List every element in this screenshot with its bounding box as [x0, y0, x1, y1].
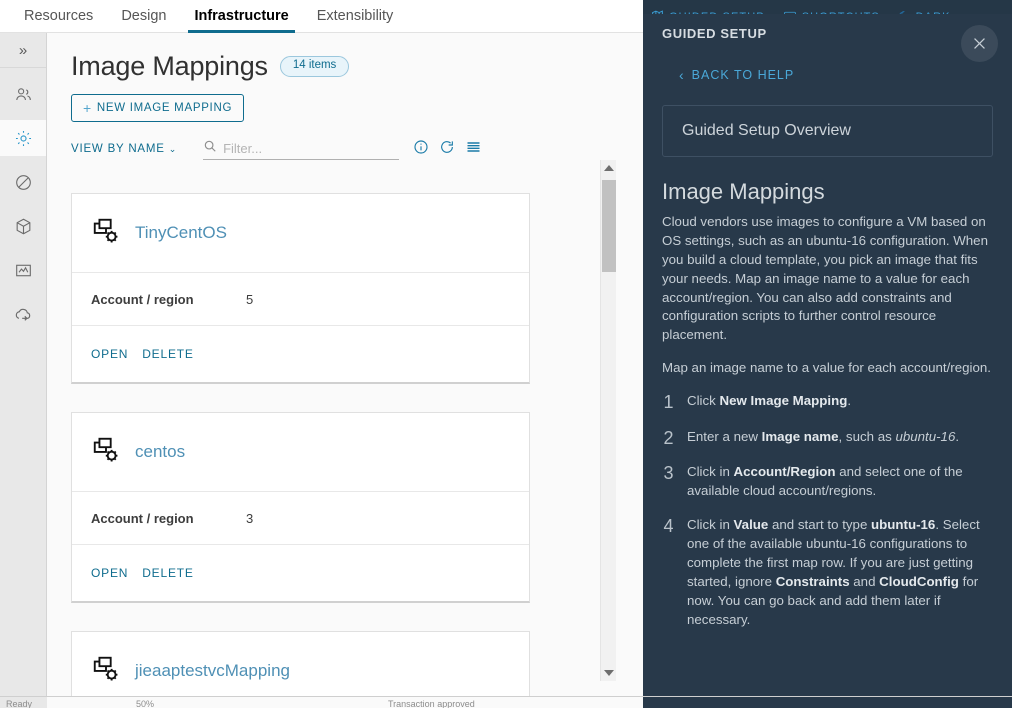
card-scroll-container: TinyCentOS Account / region 5 OPEN DELET…: [47, 193, 596, 696]
image-mapping-card-list: TinyCentOS Account / region 5 OPEN DELET…: [47, 193, 596, 696]
step-text: Click in Value and start to type ubuntu-…: [687, 517, 980, 627]
tab-infrastructure[interactable]: Infrastructure: [180, 0, 302, 33]
tab-resources[interactable]: Resources: [10, 0, 107, 33]
card-header: jieaaptestvcMapping: [72, 632, 529, 696]
step-item: 2 Enter a new Image name, such as ubuntu…: [662, 428, 993, 449]
users-icon: [14, 85, 33, 104]
card-header: TinyCentOS: [72, 194, 529, 273]
image-mapping-card[interactable]: jieaaptestvcMapping Account / region OPE…: [71, 631, 530, 696]
gear-icon: [14, 129, 33, 148]
image-mapping-card[interactable]: TinyCentOS Account / region 5 OPEN DELET…: [71, 193, 530, 384]
back-to-help-label: BACK TO HELP: [691, 68, 795, 82]
triangle-down-icon: [604, 670, 614, 676]
sidebar-item-configuration[interactable]: [0, 120, 46, 156]
plus-icon: +: [83, 100, 92, 116]
step-item: 3 Click in Account/Region and select one…: [662, 463, 993, 501]
image-mapping-icon: [91, 435, 121, 470]
sidebar-item-activity[interactable]: [0, 252, 46, 288]
search-icon: [203, 139, 223, 158]
new-image-mapping-label: NEW IMAGE MAPPING: [96, 102, 233, 114]
card-field-value: 5: [246, 291, 254, 307]
chevron-down-icon: ⌄: [168, 143, 178, 154]
title-row: Image Mappings 14 items: [71, 51, 643, 82]
no-entry-icon: [14, 173, 33, 192]
chevron-double-right-icon: »: [18, 41, 28, 59]
guided-setup-panel: GUIDED SETUP ‹ BACK TO HELP Guided Setup…: [643, 14, 1012, 696]
open-link[interactable]: OPEN: [91, 566, 128, 580]
status-bar-panel-fill: [643, 697, 1012, 708]
item-count-badge: 14 items: [279, 56, 350, 77]
panel-steps-list: 1 Click New Image Mapping. 2 Enter a new…: [662, 392, 993, 629]
status-cell-transaction: Transaction approved: [388, 699, 475, 708]
view-by-label: VIEW BY NAME: [71, 143, 165, 155]
delete-link[interactable]: DELETE: [142, 347, 193, 361]
panel-paragraph-1: Cloud vendors use images to configure a …: [662, 214, 988, 343]
card-actions: OPEN DELETE: [72, 326, 529, 382]
close-icon: [971, 35, 988, 52]
panel-paragraph-2: Map an image name to a value for each ac…: [662, 360, 991, 376]
cube-icon: [14, 217, 33, 236]
sidebar-item-onboarding[interactable]: [0, 296, 46, 332]
card-field-value: 3: [246, 510, 254, 526]
sidebar-expand-button[interactable]: »: [0, 33, 46, 68]
step-number: 3: [663, 463, 674, 484]
sidebar-item-policies[interactable]: [0, 164, 46, 200]
list-view-icon[interactable]: [465, 139, 482, 160]
tab-extensibility[interactable]: Extensibility: [303, 0, 408, 33]
guided-setup-overview-box[interactable]: Guided Setup Overview: [662, 105, 993, 157]
step-number: 4: [663, 516, 674, 537]
chevron-left-icon: ‹: [679, 67, 685, 83]
card-header: centos: [72, 413, 529, 492]
filter-search: [203, 138, 400, 160]
delete-link[interactable]: DELETE: [142, 566, 193, 580]
card-field-row: Account / region 3: [72, 492, 529, 545]
filter-input[interactable]: [223, 141, 400, 156]
step-item: 1 Click New Image Mapping.: [662, 392, 993, 413]
step-text: Click in Account/Region and select one o…: [687, 464, 963, 499]
activity-chart-icon: [14, 261, 33, 280]
sidebar-item-users[interactable]: [0, 76, 46, 112]
view-by-dropdown[interactable]: VIEW BY NAME ⌄: [71, 143, 177, 155]
card-list-scrollbar[interactable]: [600, 160, 616, 681]
step-number: 2: [663, 427, 674, 448]
step-number: 1: [663, 392, 674, 412]
refresh-icon[interactable]: [439, 139, 455, 160]
scroll-up-button[interactable]: [601, 160, 617, 176]
panel-title: GUIDED SETUP: [662, 26, 767, 41]
image-mapping-card[interactable]: centos Account / region 3 OPEN DELETE: [71, 412, 530, 603]
card-actions: OPEN DELETE: [72, 545, 529, 601]
scroll-down-button[interactable]: [601, 665, 617, 681]
back-to-help-link[interactable]: ‹ BACK TO HELP: [679, 67, 794, 83]
cloud-sync-icon: [13, 304, 33, 324]
left-sidebar-rail: »: [0, 33, 47, 696]
page-title: Image Mappings: [71, 51, 268, 81]
tab-design[interactable]: Design: [107, 0, 180, 33]
step-text: Enter a new Image name, such as ubuntu-1…: [687, 428, 960, 444]
close-panel-button[interactable]: [961, 25, 998, 62]
info-icon[interactable]: [413, 139, 429, 160]
step-item: 4 Click in Value and start to type ubunt…: [662, 516, 993, 629]
card-title[interactable]: centos: [135, 442, 185, 462]
card-title[interactable]: jieaaptestvcMapping: [135, 661, 290, 681]
page-header: Image Mappings 14 items + NEW IMAGE MAPP…: [47, 33, 643, 122]
image-mapping-icon: [91, 216, 121, 251]
status-bar: Ready 50% Transaction approved: [0, 696, 1012, 708]
card-field-label: Account / region: [91, 291, 194, 307]
new-image-mapping-button[interactable]: + NEW IMAGE MAPPING: [71, 94, 245, 122]
status-cell-progress: 50%: [136, 699, 155, 708]
toolbar-icons: [413, 139, 482, 160]
content-gutter: [616, 33, 643, 696]
open-link[interactable]: OPEN: [91, 347, 128, 361]
image-mapping-icon: [91, 654, 121, 689]
sidebar-item-resources[interactable]: [0, 208, 46, 244]
status-cell-ready: Ready: [6, 699, 33, 708]
card-field-row: Account / region 5: [72, 273, 529, 326]
step-text: Click New Image Mapping.: [687, 393, 852, 408]
card-title[interactable]: TinyCentOS: [135, 223, 227, 243]
card-field-label: Account / region: [91, 510, 194, 526]
panel-section-title: Image Mappings: [662, 179, 825, 204]
scrollbar-thumb[interactable]: [602, 180, 616, 272]
triangle-up-icon: [604, 165, 614, 171]
filter-toolbar: VIEW BY NAME ⌄: [47, 138, 643, 160]
